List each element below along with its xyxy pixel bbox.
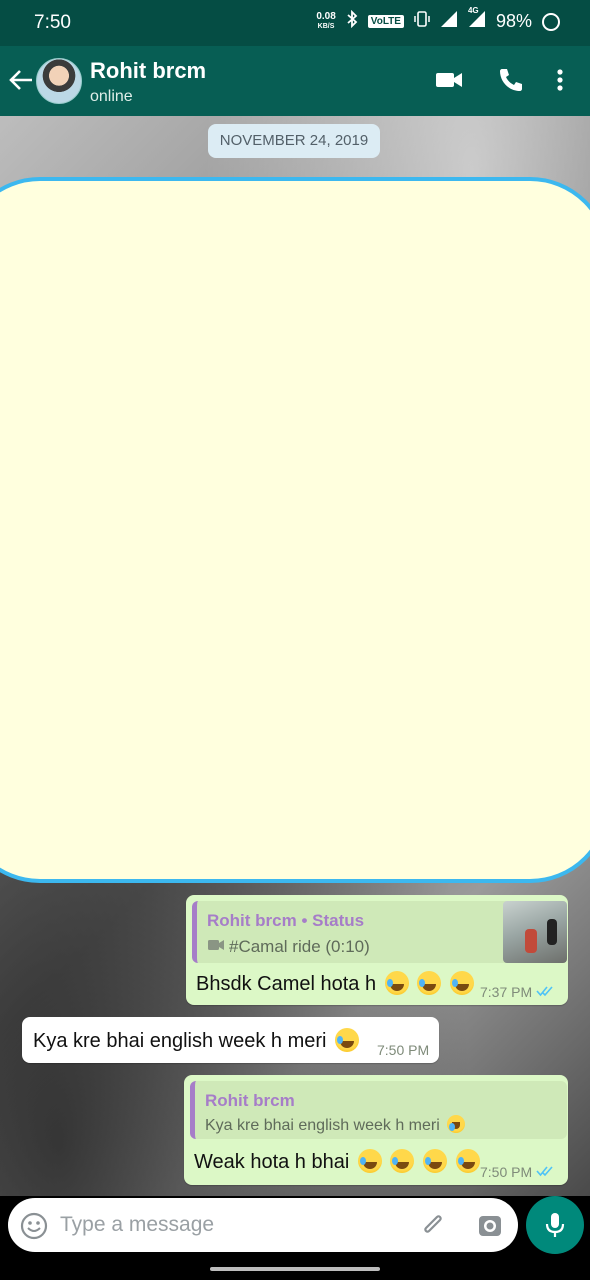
microphone-icon — [544, 1211, 566, 1244]
message-time: 7:50 PM — [377, 1042, 430, 1058]
overlay-card — [0, 177, 590, 883]
net-speed-value: 0.08 — [316, 10, 336, 22]
quote-text-row: Kya kre bhai english week h meri — [205, 1115, 466, 1135]
avatar[interactable] — [36, 58, 82, 104]
screen: 7:50 0.08 KB/S VoLTE 4G 98% Rohit brcm o… — [0, 0, 590, 1280]
volte-badge: VoLTE — [367, 15, 404, 28]
status-thumbnail[interactable] — [503, 901, 567, 963]
voice-message-button[interactable] — [526, 1196, 584, 1254]
net-speed: 0.08 KB/S — [316, 10, 336, 32]
message-bubble-outgoing[interactable]: Rohit brcm Kya kre bhai english week h m… — [184, 1075, 568, 1185]
message-time: 7:37 PM — [480, 984, 533, 1000]
smiling-sweat-emoji-icon — [335, 1028, 360, 1052]
message-text: Weak hota h bhai — [194, 1149, 480, 1174]
rolling-laughing-emoji-icon — [384, 971, 409, 995]
camera-icon[interactable] — [476, 1212, 504, 1245]
net-speed-unit: KB/S — [317, 22, 335, 30]
signal-4g-icon: 4G — [468, 6, 486, 33]
contact-status: online — [90, 88, 133, 105]
video-call-icon[interactable] — [434, 66, 464, 99]
rolling-laughing-emoji-icon — [422, 1149, 447, 1173]
quoted-status[interactable]: Rohit brcm • Status #Camal ride (0:10) — [192, 901, 567, 963]
smiling-sweat-emoji-icon — [447, 1115, 466, 1133]
battery-icon — [542, 12, 560, 31]
message-input[interactable]: Type a message — [8, 1198, 518, 1252]
status-icons: 0.08 KB/S VoLTE 4G 98% — [316, 6, 560, 33]
system-nav-bar — [0, 1258, 590, 1280]
message-time: 7:50 PM — [480, 1164, 533, 1180]
rolling-laughing-emoji-icon — [357, 1149, 382, 1173]
message-text: Bhsdk Camel hota h — [196, 971, 474, 996]
contact-name[interactable]: Rohit brcm — [90, 58, 206, 84]
chat-header: Rohit brcm online — [0, 46, 590, 116]
status-bar: 7:50 0.08 KB/S VoLTE 4G 98% — [0, 0, 590, 46]
more-options-icon[interactable] — [552, 66, 568, 99]
message-input-placeholder[interactable]: Type a message — [60, 1213, 214, 1237]
message-meta: 7:37 PM — [480, 984, 556, 1000]
back-arrow-icon[interactable] — [8, 68, 34, 97]
rolling-laughing-emoji-icon — [455, 1149, 480, 1173]
emoji-icon[interactable] — [20, 1212, 48, 1245]
read-ticks-icon — [536, 1164, 556, 1180]
quote-text: #Camal ride (0:10) — [229, 937, 370, 956]
voice-call-icon[interactable] — [496, 66, 524, 99]
status-time: 7:50 — [34, 12, 71, 33]
attach-icon[interactable] — [420, 1212, 448, 1245]
quoted-message[interactable]: Rohit brcm Kya kre bhai english week h m… — [190, 1081, 567, 1139]
video-icon — [207, 937, 225, 957]
compose-bar: Type a message — [0, 1196, 590, 1258]
quote-text-row: #Camal ride (0:10) — [207, 937, 370, 957]
quote-author: Rohit brcm • Status — [207, 911, 365, 930]
rolling-laughing-emoji-icon — [390, 1149, 415, 1173]
rolling-laughing-emoji-icon — [449, 971, 474, 995]
bluetooth-icon — [346, 9, 358, 33]
battery-level: 98% — [495, 11, 532, 31]
message-text-content: Bhsdk Camel hota h — [196, 973, 377, 995]
quote-author: Rohit brcm — [205, 1091, 295, 1110]
signal-4g-label: 4G — [467, 6, 479, 15]
message-bubble-incoming[interactable]: Kya kre bhai english week h meri 7:50 PM — [22, 1017, 439, 1063]
rolling-laughing-emoji-icon — [417, 971, 442, 995]
message-text-content: Weak hota h bhai — [194, 1151, 350, 1173]
message-text: Kya kre bhai english week h meri — [33, 1028, 360, 1053]
home-gesture-pill[interactable] — [210, 1267, 380, 1271]
quote-text: Kya kre bhai english week h meri — [205, 1117, 440, 1134]
message-bubble-outgoing[interactable]: Rohit brcm • Status #Camal ride (0:10) B… — [186, 895, 568, 1005]
vibrate-icon — [414, 10, 430, 33]
message-text-content: Kya kre bhai english week h meri — [33, 1030, 327, 1052]
signal-icon — [440, 10, 458, 33]
message-meta: 7:50 PM — [480, 1164, 556, 1180]
read-ticks-icon — [536, 984, 556, 1000]
date-chip: NOVEMBER 24, 2019 — [208, 124, 380, 158]
